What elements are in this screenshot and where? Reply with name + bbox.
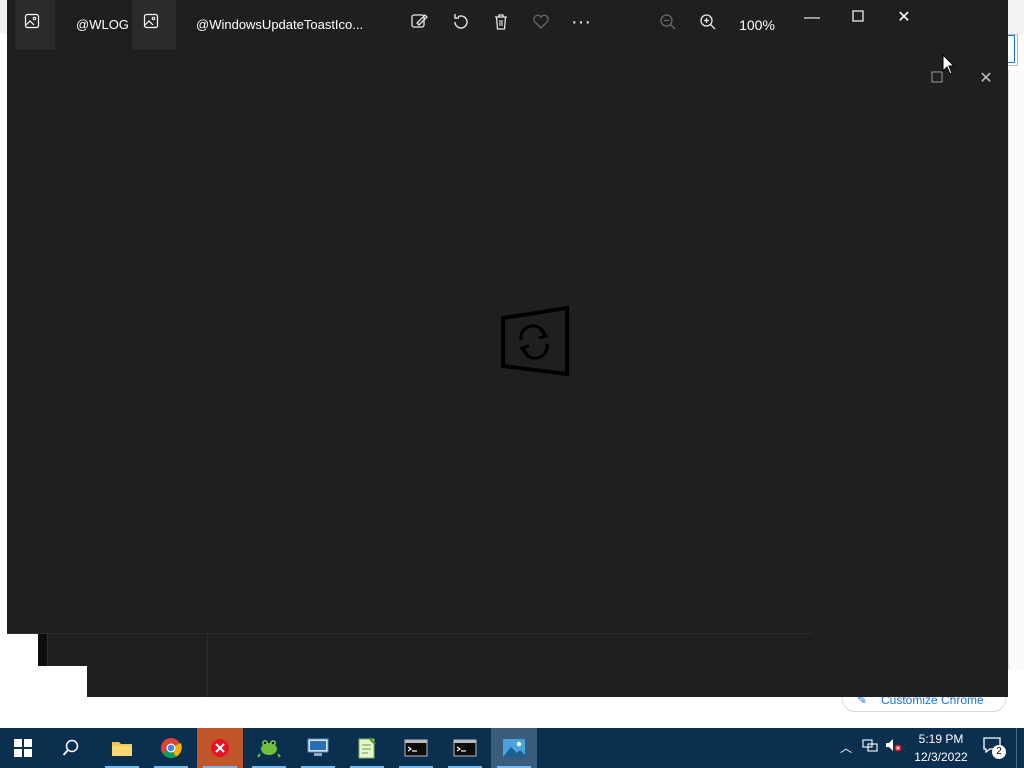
minimize-icon[interactable]: — — [789, 4, 835, 32]
notification-count-badge: 2 — [992, 745, 1006, 759]
notepad-icon — [358, 737, 376, 759]
taskbar-file-explorer[interactable] — [99, 728, 145, 768]
notification-center-button[interactable]: 2 — [982, 736, 1006, 760]
image-icon — [21, 13, 43, 35]
maximize-icon[interactable] — [835, 4, 881, 32]
background-scroll-panel — [1008, 70, 1024, 670]
divider — [7, 633, 812, 634]
show-desktop-button[interactable] — [1016, 728, 1024, 768]
red-x-icon — [211, 739, 229, 757]
delete-icon[interactable] — [488, 12, 514, 38]
folder-icon — [112, 742, 132, 756]
zoom-out-icon[interactable] — [655, 12, 681, 38]
photos-icon — [503, 739, 525, 757]
taskbar-clock[interactable]: 5:19 PM 12/3/2022 — [906, 730, 976, 766]
frog-icon — [257, 740, 281, 758]
taskbar-terminal-1[interactable] — [393, 728, 439, 768]
taskbar-red-x-app[interactable] — [197, 728, 243, 768]
taskbar-photos[interactable] — [491, 728, 537, 768]
network-icon[interactable] — [860, 738, 880, 758]
close-icon[interactable]: ✕ — [881, 4, 927, 32]
tab-label-2[interactable]: @WindowsUpdateToastIco... — [196, 0, 386, 50]
rotate-icon[interactable] — [448, 12, 474, 38]
search-icon — [62, 739, 79, 756]
taskbar-chrome[interactable] — [148, 728, 194, 768]
windows-update-icon — [501, 306, 569, 376]
favorite-heart-icon[interactable] — [528, 12, 554, 38]
photos-window: @WLOGO @WindowsUpdateToastIco... ··· 100… — [7, 0, 1008, 697]
show-hidden-icons-chevron-icon[interactable]: ︿ — [836, 738, 856, 758]
zoom-level[interactable]: 100% — [732, 12, 782, 38]
search-button[interactable] — [48, 728, 94, 768]
windows-logo-icon — [14, 739, 32, 757]
network-monitor-icon — [307, 738, 329, 756]
chrome-icon — [161, 738, 182, 758]
start-button[interactable] — [0, 728, 46, 768]
image-icon — [140, 13, 162, 35]
divider — [207, 634, 208, 697]
filmstrip-thumb[interactable] — [47, 634, 88, 666]
mouse-cursor-icon — [942, 54, 956, 75]
zoom-in-icon[interactable] — [695, 12, 721, 38]
tab-label-1[interactable]: @WLOGO — [76, 0, 128, 50]
taskbar-notepad-plus-plus[interactable] — [344, 728, 390, 768]
close-icon[interactable]: ✕ — [975, 68, 997, 90]
taskbar-terminal-2[interactable] — [442, 728, 488, 768]
clock-date: 12/3/2022 — [914, 750, 968, 764]
taskbar-network-app[interactable] — [295, 728, 341, 768]
clock-time: 5:19 PM — [918, 732, 964, 746]
edit-image-icon[interactable] — [407, 12, 433, 38]
terminal-icon — [453, 739, 477, 757]
volume-muted-icon[interactable] — [884, 738, 904, 758]
taskbar-frog-app[interactable] — [246, 728, 292, 768]
more-options-icon[interactable]: ··· — [568, 12, 594, 38]
terminal-icon — [404, 739, 428, 757]
